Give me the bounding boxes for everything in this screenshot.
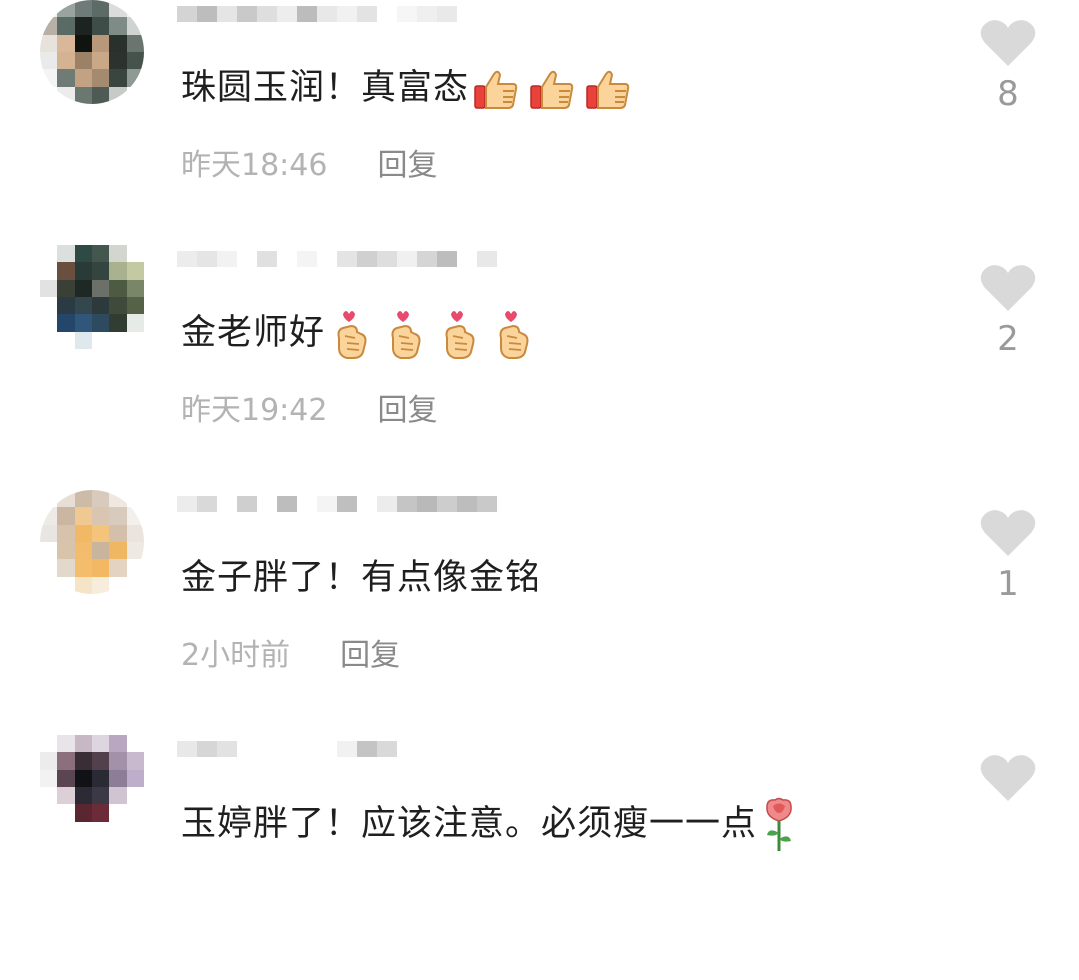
avatar[interactable] [40, 490, 144, 594]
heart-icon [980, 265, 1036, 311]
username-obscured[interactable] [177, 496, 517, 526]
username-obscured[interactable] [177, 6, 517, 36]
comment-text: 珠圆玉润！真富态 [181, 62, 631, 114]
avatar[interactable] [40, 245, 144, 349]
finger-heart-icon [337, 311, 367, 359]
heart-icon [980, 510, 1036, 556]
comment-meta: 昨天18:46 回复 [181, 140, 437, 184]
comment-meta: 昨天19:42 回复 [181, 385, 437, 429]
avatar[interactable] [40, 735, 144, 839]
like-count: 2 [997, 319, 1019, 359]
like-button[interactable]: 1 [978, 508, 1038, 604]
finger-heart-icon [499, 311, 529, 359]
comment-time: 2小时前 [181, 638, 291, 673]
reply-button[interactable]: 回复 [377, 393, 437, 428]
emoji-group [473, 66, 631, 112]
comment-time: 昨天19:42 [181, 393, 328, 428]
comment-item: 玉婷胖了！应该注意。必须瘦一一点 [0, 735, 1079, 980]
emoji-group [329, 308, 535, 360]
comment-item: 珠圆玉润！真富态 昨天18:46 回复 8 [0, 0, 1079, 245]
thumbs-up-icon [474, 70, 518, 109]
comment-item: 金子胖了！有点像金铭 2小时前 回复 1 [0, 490, 1079, 735]
heart-icon [980, 20, 1036, 66]
comment-text: 金老师好 [181, 307, 535, 360]
username-obscured[interactable] [177, 251, 517, 281]
rose-icon [766, 797, 792, 851]
like-button[interactable] [978, 753, 1038, 807]
heart-icon [980, 755, 1036, 801]
reply-button[interactable]: 回复 [377, 148, 437, 183]
like-count: 1 [997, 564, 1019, 604]
thumbs-up-icon [530, 70, 574, 109]
like-button[interactable]: 2 [978, 263, 1038, 359]
comment-text: 金子胖了！有点像金铭 [181, 558, 542, 598]
reply-button[interactable]: 回复 [340, 638, 400, 673]
finger-heart-icon [445, 311, 475, 359]
like-count: 8 [997, 74, 1019, 114]
comment-time: 昨天18:46 [181, 148, 328, 183]
comment-meta: 2小时前 回复 [181, 630, 400, 674]
username-obscured[interactable] [177, 741, 517, 771]
thumbs-up-icon [586, 70, 630, 109]
finger-heart-icon [391, 311, 421, 359]
avatar[interactable] [40, 0, 144, 104]
like-button[interactable]: 8 [978, 18, 1038, 114]
comment-item: 金老师好 昨天19:42 回复 2 [0, 245, 1079, 490]
comment-text: 玉婷胖了！应该注意。必须瘦一一点 [181, 797, 797, 853]
emoji-group [761, 797, 797, 853]
